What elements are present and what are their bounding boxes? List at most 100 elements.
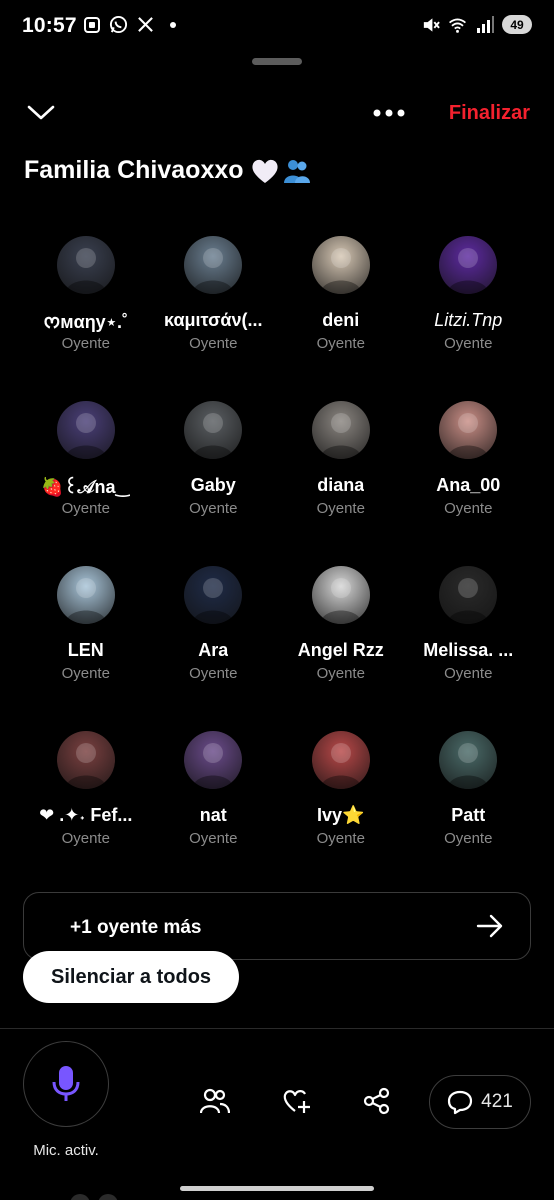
participant-item[interactable]: LEN Oyente xyxy=(22,566,150,731)
wifi-icon xyxy=(448,15,467,34)
signal-icon xyxy=(475,15,494,34)
status-bar: 10:57 49 xyxy=(0,0,554,54)
participant-item[interactable]: Melissa. ... Oyente xyxy=(405,566,533,731)
avatar xyxy=(439,236,498,294)
microphone-icon xyxy=(52,1066,80,1101)
participant-name: Angel Rzz xyxy=(297,640,384,660)
mute-icon xyxy=(421,15,440,34)
avatar xyxy=(439,401,498,459)
comments-count: 421 xyxy=(481,1091,513,1112)
avatar xyxy=(184,731,243,789)
participant-item[interactable]: Patt Oyente xyxy=(405,731,533,896)
participant-item[interactable]: Litzi.Tnp Oyente xyxy=(405,236,533,401)
react-heart-icon[interactable] xyxy=(282,1086,312,1116)
participant-item[interactable]: ᰔмαηу⋆.˚ Oyente xyxy=(22,236,150,401)
two-people-icon xyxy=(283,159,310,183)
white-heart-icon xyxy=(251,159,278,183)
participants-grid: ᰔмαηу⋆.˚ Oyente καμιτσάν(... Oyente deni Oyen… xyxy=(22,236,532,896)
avatar xyxy=(439,731,498,789)
avatar xyxy=(56,236,115,294)
people-icon[interactable] xyxy=(200,1086,230,1116)
participant-name: deni xyxy=(322,310,360,330)
participant-role: Oyente xyxy=(316,500,365,517)
drag-handle[interactable] xyxy=(252,58,302,65)
mute-all-button[interactable]: Silenciar a todos xyxy=(23,951,240,1003)
participant-role: Oyente xyxy=(61,665,110,682)
participant-item[interactable]: diana Oyente xyxy=(277,401,405,566)
avatar xyxy=(311,401,370,459)
participant-item[interactable]: Angel Rzz Oyente xyxy=(277,566,405,731)
avatar xyxy=(439,566,498,624)
more-listeners-button[interactable]: +1 oyente más xyxy=(23,892,531,960)
collapse-chevron-down-icon[interactable] xyxy=(26,100,56,124)
participant-role: Oyente xyxy=(189,830,238,847)
participant-item[interactable]: Gaby Oyente xyxy=(150,401,278,566)
mic-button[interactable] xyxy=(23,1041,109,1127)
dot-icon xyxy=(163,15,182,34)
home-indicator[interactable] xyxy=(180,1186,374,1191)
participant-item[interactable]: ❤ .✦˖ Fef... Oyente xyxy=(22,731,150,896)
avatar xyxy=(311,731,370,789)
avatar xyxy=(184,566,243,624)
participant-name: ❤ .✦˖ Fef... xyxy=(39,805,133,825)
participant-name: LEN xyxy=(67,640,104,660)
arrow-right-icon xyxy=(476,913,504,939)
participant-name: nat xyxy=(199,805,227,825)
participant-role: Oyente xyxy=(316,335,365,352)
participant-item[interactable]: Ana_00 Oyente xyxy=(405,401,533,566)
participant-role: Oyente xyxy=(61,830,110,847)
avatar xyxy=(184,401,243,459)
whatsapp-icon xyxy=(109,15,128,34)
participant-item[interactable]: Ara Oyente xyxy=(150,566,278,731)
participant-name: Gaby xyxy=(190,475,236,495)
participant-role: Oyente xyxy=(444,335,493,352)
participant-role: Oyente xyxy=(316,830,365,847)
share-icon[interactable] xyxy=(362,1086,392,1116)
participant-role: Oyente xyxy=(61,500,110,517)
participant-role: Oyente xyxy=(444,665,493,682)
partial-avatar xyxy=(70,1194,90,1200)
participant-item[interactable]: deni Oyente xyxy=(277,236,405,401)
header: Finalizar xyxy=(0,92,554,136)
avatar xyxy=(56,401,115,459)
participant-role: Oyente xyxy=(444,500,493,517)
participant-item[interactable]: nat Oyente xyxy=(150,731,278,896)
avatar xyxy=(184,236,243,294)
participant-role: Oyente xyxy=(189,500,238,517)
end-space-button[interactable]: Finalizar xyxy=(449,102,530,125)
x-logo-icon xyxy=(136,15,155,34)
status-time: 10:57 xyxy=(22,14,77,37)
participant-item[interactable]: 🍓꒰𝒜na‿ Oyente xyxy=(22,401,150,566)
partial-avatar xyxy=(98,1194,118,1200)
battery-icon: 49 xyxy=(502,15,532,34)
participant-name: ᰔмαηу⋆.˚ xyxy=(43,312,128,332)
avatar xyxy=(311,566,370,624)
more-options-icon[interactable] xyxy=(370,102,410,124)
participant-name: Ana_00 xyxy=(436,475,501,495)
status-system-icons: 49 xyxy=(421,15,532,34)
status-notification-icons xyxy=(82,15,182,34)
avatar xyxy=(311,236,370,294)
participant-role: Oyente xyxy=(316,665,365,682)
participant-role: Oyente xyxy=(444,830,493,847)
comments-button[interactable]: 421 xyxy=(429,1075,531,1129)
avatar xyxy=(56,731,115,789)
mic-label: Mic. activ. xyxy=(33,1142,99,1159)
participant-name: Ara xyxy=(198,640,229,660)
participant-name: Ivy⭐ xyxy=(317,805,365,825)
participant-item[interactable]: καμιτσάν(... Oyente xyxy=(150,236,278,401)
participant-role: Oyente xyxy=(61,335,110,352)
space-title-text: Familia Chivaoxxo xyxy=(24,156,244,184)
participant-name: Melissa. ... xyxy=(423,640,514,660)
participant-item[interactable]: Ivy⭐ Oyente xyxy=(277,731,405,896)
participant-name: καμιτσάν(... xyxy=(164,310,263,330)
divider xyxy=(0,1028,554,1029)
more-listeners-label: +1 oyente más xyxy=(70,917,202,938)
space-title: Familia Chivaoxxo xyxy=(24,156,312,185)
participant-role: Oyente xyxy=(189,335,238,352)
participant-name: 🍓꒰𝒜na‿ xyxy=(41,477,131,497)
comment-bubble-icon xyxy=(448,1090,473,1115)
avatar xyxy=(56,566,115,624)
participant-name: Litzi.Tnp xyxy=(434,310,503,330)
participant-name: Patt xyxy=(451,805,486,825)
